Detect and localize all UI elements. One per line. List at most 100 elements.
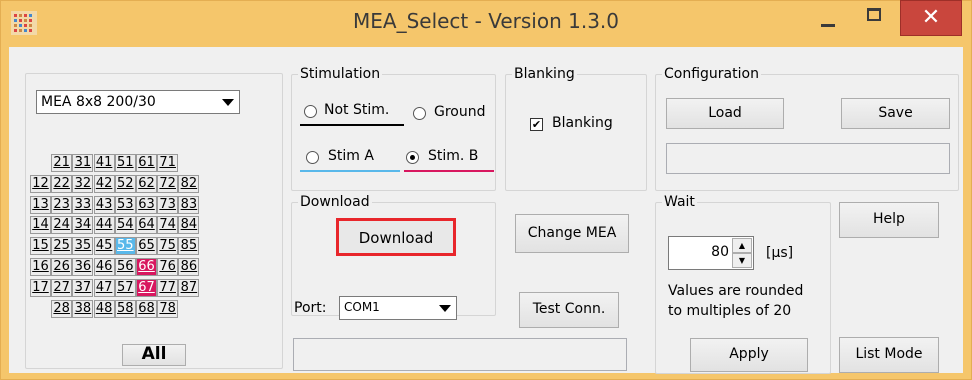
ground-label[interactable]: Ground [434,104,486,120]
electrode-47-button[interactable]: 47 [93,278,115,297]
load-button[interactable]: Load [666,98,784,129]
electrode-75-button[interactable]: 75 [157,237,179,256]
electrode-42-button[interactable]: 42 [93,174,115,193]
electrode-57-button[interactable]: 57 [114,278,136,297]
electrode-33-button[interactable]: 33 [72,195,94,214]
electrode-84-button[interactable]: 84 [178,216,200,235]
electrode-82-button[interactable]: 82 [178,174,200,193]
download-button-label: Download [358,229,434,247]
list-mode-button[interactable]: List Mode [839,337,939,373]
electrode-83-button[interactable]: 83 [178,195,200,214]
not-stim-color-line [300,124,404,126]
title-bar[interactable]: MEA_Select - Version 1.3.0 ✕ [1,0,971,47]
chevron-down-icon[interactable] [219,93,237,111]
electrode-72-button[interactable]: 72 [157,174,179,193]
electrode-62-button[interactable]: 62 [136,174,157,193]
blanking-legend: Blanking [512,65,577,83]
spin-down-button[interactable]: ▼ [732,253,752,268]
electrode-34-button[interactable]: 34 [72,216,94,235]
electrode-63-button[interactable]: 63 [136,195,157,214]
electrode-32-button[interactable]: 32 [72,174,94,193]
electrode-64-button[interactable]: 64 [136,216,157,235]
stim-a-color-line [300,170,400,172]
blanking-checkbox[interactable]: ✔ [530,118,543,131]
electrode-22-button[interactable]: 22 [51,174,73,193]
not-stim-radio[interactable] [304,105,317,118]
minimize-button[interactable] [807,2,847,32]
electrode-52-button[interactable]: 52 [114,174,136,193]
electrode-14-button[interactable]: 14 [30,216,51,235]
stimulation-group: Stimulation Not Stim. Ground Stim A Stim… [291,65,496,191]
electrode-61-button[interactable]: 61 [136,154,157,172]
blanking-label[interactable]: Blanking [552,115,613,131]
electrode-56-button[interactable]: 56 [114,258,136,276]
configuration-legend: Configuration [662,65,761,83]
electrode-44-button[interactable]: 44 [93,216,115,235]
electrode-66-button[interactable]: 66 [136,258,157,276]
port-select[interactable]: COM1 [339,296,457,320]
download-button[interactable]: Download [336,218,456,256]
stim-a-label[interactable]: Stim A [328,148,374,164]
stim-b-radio[interactable] [406,151,419,164]
apply-button[interactable]: Apply [690,338,808,372]
electrode-15-button[interactable]: 15 [30,237,51,256]
port-label: Port: [294,300,327,316]
electrode-78-button[interactable]: 78 [157,299,179,318]
electrode-46-button[interactable]: 46 [93,258,115,276]
wait-value-input[interactable]: 80 ▲ ▼ [668,236,754,270]
electrode-74-button[interactable]: 74 [157,216,179,235]
electrode-43-button[interactable]: 43 [93,195,115,214]
electrode-54-button[interactable]: 54 [114,216,136,235]
spin-up-button[interactable]: ▲ [732,238,752,253]
electrode-55-button[interactable]: 55 [114,237,136,256]
electrode-25-button[interactable]: 25 [51,237,73,256]
electrode-71-button[interactable]: 71 [157,154,179,172]
wait-group: Wait 80 ▲ ▼ [µs] Values are rounded to m… [655,193,831,374]
mea-layout-select[interactable]: MEA 8x8 200/30 [36,90,240,114]
electrode-27-button[interactable]: 27 [51,278,73,297]
ground-radio[interactable] [413,107,426,120]
electrode-87-button[interactable]: 87 [178,278,200,297]
close-button[interactable]: ✕ [900,0,962,36]
electrode-45-button[interactable]: 45 [93,237,115,256]
maximize-button[interactable] [854,2,894,32]
help-button[interactable]: Help [839,202,939,238]
electrode-48-button[interactable]: 48 [93,299,115,318]
electrode-76-button[interactable]: 76 [157,258,179,276]
electrode-67-button[interactable]: 67 [136,278,157,297]
electrode-17-button[interactable]: 17 [30,278,51,297]
electrode-21-button[interactable]: 21 [51,154,73,172]
electrode-36-button[interactable]: 36 [72,258,94,276]
electrode-23-button[interactable]: 23 [51,195,73,214]
electrode-24-button[interactable]: 24 [51,216,73,235]
all-button[interactable]: All [122,344,186,366]
electrode-85-button[interactable]: 85 [178,237,200,256]
electrode-38-button[interactable]: 38 [72,299,94,318]
electrode-31-button[interactable]: 31 [72,154,94,172]
not-stim-label[interactable]: Not Stim. [324,102,389,118]
electrode-41-button[interactable]: 41 [93,154,115,172]
electrode-53-button[interactable]: 53 [114,195,136,214]
test-connection-button[interactable]: Test Conn. [519,292,619,328]
electrode-35-button[interactable]: 35 [72,237,94,256]
electrode-86-button[interactable]: 86 [178,258,200,276]
electrode-51-button[interactable]: 51 [114,154,136,172]
electrode-13-button[interactable]: 13 [30,195,51,214]
electrode-68-button[interactable]: 68 [136,299,157,318]
electrode-77-button[interactable]: 77 [157,278,179,297]
electrode-37-button[interactable]: 37 [72,278,94,297]
chevron-down-icon[interactable] [436,299,454,317]
stim-a-radio[interactable] [306,151,319,164]
mea-layout-value: MEA 8x8 200/30 [41,94,156,110]
electrode-73-button[interactable]: 73 [157,195,179,214]
electrode-28-button[interactable]: 28 [51,299,73,318]
save-button[interactable]: Save [841,98,950,129]
electrode-65-button[interactable]: 65 [136,237,157,256]
stim-b-label[interactable]: Stim. B [428,148,478,164]
electrode-16-button[interactable]: 16 [30,258,51,276]
change-mea-button[interactable]: Change MEA [515,214,629,253]
config-path-field[interactable] [666,143,950,174]
electrode-58-button[interactable]: 58 [114,299,136,318]
electrode-12-button[interactable]: 12 [30,174,51,193]
electrode-26-button[interactable]: 26 [51,258,73,276]
